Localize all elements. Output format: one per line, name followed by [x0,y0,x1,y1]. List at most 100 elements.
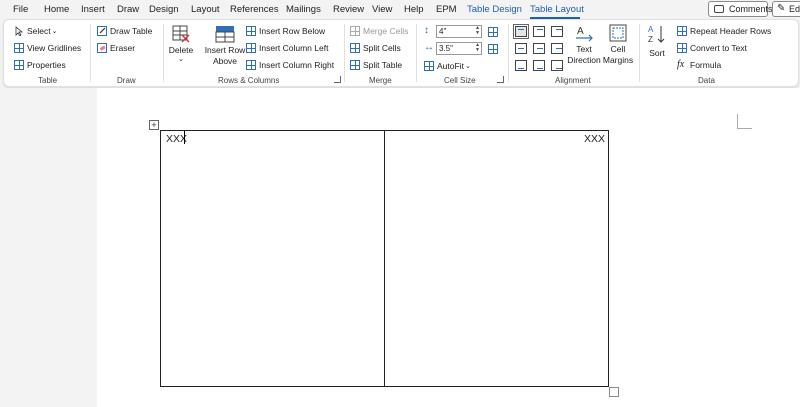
tab-mailings[interactable]: Mailings [286,4,321,15]
align-line [556,68,562,69]
table-resize-handle[interactable] [609,387,619,397]
align-line [518,48,524,49]
gridlines-icon [14,43,24,53]
group-separator [416,24,417,82]
insert-row-below-button[interactable]: Insert Row Below [246,26,325,36]
align-line [537,29,543,30]
group-label-table: Table [38,76,58,85]
svg-text:Z: Z [648,35,653,44]
group-label-rows-columns: Rows & Columns [218,76,280,85]
ribbon: Select ⌄ View Gridlines Properties Table… [3,19,799,87]
text-direction-icon: A [574,24,594,42]
draw-table-label: Draw Table [110,26,153,36]
autofit-button[interactable]: AutoFit ⌄ [424,61,471,71]
chevron-down-icon: ⌄ [464,63,471,70]
group-separator [344,24,345,82]
repeat-header-rows-button[interactable]: Repeat Header Rows [677,26,771,36]
split-cells-button[interactable]: Split Cells [350,43,401,53]
row-height-input[interactable]: 4" ▲ ▼ [436,25,482,38]
editing-label: Ed [789,4,800,14]
comments-button[interactable]: Comments [708,1,773,17]
align-line [556,29,562,30]
eraser-label: Eraser [110,43,136,53]
align-bottom-center-button[interactable] [533,60,545,71]
insert-row-above-button[interactable]: Insert Row Above [203,25,247,67]
menu-bar: File Home Insert Draw Design Layout Refe… [0,0,800,20]
spinner-arrows-icon[interactable]: ▲ ▼ [475,43,480,53]
svg-text:A: A [577,26,584,37]
tab-help[interactable]: Help [404,4,424,15]
insert-row-below-icon [246,26,256,36]
tab-table-layout[interactable]: Table Layout [530,4,584,15]
insert-column-left-icon [246,43,256,53]
column-divider[interactable] [384,131,385,386]
cell-margins-label-2: Margins [602,55,634,65]
tab-view[interactable]: View [372,4,392,15]
spinner-arrows-icon[interactable]: ▲ ▼ [475,26,480,36]
document-table[interactable]: XXX XXX [160,130,609,387]
tab-design[interactable]: Design [149,4,179,15]
insert-column-right-button[interactable]: Insert Column Right [246,60,334,70]
split-table-button[interactable]: Split Table [350,60,402,70]
align-bottom-left-button[interactable] [515,60,527,71]
chevron-down-icon: ⌄ [178,56,184,63]
select-button[interactable]: Select ⌄ [14,26,58,37]
eraser-button[interactable]: Eraser [97,43,135,53]
align-center-right-button[interactable] [551,43,563,54]
convert-to-text-button[interactable]: Convert to Text [677,43,747,53]
draw-table-button[interactable]: Draw Table [97,26,152,36]
table-cell-2-text[interactable]: XXX [584,133,605,145]
tab-epm[interactable]: EPM [436,4,457,15]
view-gridlines-button[interactable]: View Gridlines [14,43,81,53]
pencil-icon: ✎ [777,3,786,14]
merge-cells-button[interactable]: Merge Cells [350,26,408,36]
autofit-label: AutoFit [437,61,464,71]
group-label-draw: Draw [117,76,136,85]
distribute-columns-icon[interactable] [488,44,498,54]
distribute-rows-icon[interactable] [488,27,498,37]
tab-table-design[interactable]: Table Design [467,4,522,15]
group-separator [90,24,91,82]
split-table-icon [350,60,360,70]
delete-label: Delete [168,45,194,55]
editing-button[interactable]: ✎ Ed [772,1,800,17]
properties-button[interactable]: Properties [14,60,66,70]
cell-margins-icon [609,24,627,42]
text-direction-button[interactable]: A Text Direction [566,24,602,66]
group-label-merge: Merge [369,76,392,85]
view-gridlines-label: View Gridlines [27,43,82,53]
cell-margins-button[interactable]: Cell Margins [601,24,635,66]
tab-draw[interactable]: Draw [117,4,139,15]
tab-home[interactable]: Home [44,4,69,15]
column-width-input[interactable]: 3.5" ▲ ▼ [436,42,482,55]
delete-button[interactable]: Delete ⌄ [167,25,195,63]
align-top-left-button[interactable] [513,24,529,39]
align-top-center-button[interactable] [533,26,545,37]
dialog-launcher-icon[interactable] [334,76,341,83]
sort-icon: AZ [648,24,666,46]
align-line [518,68,524,69]
table-move-handle-icon[interactable]: + [149,120,159,130]
align-top-right-button[interactable] [551,26,563,37]
sort-button[interactable]: AZ Sort [644,24,670,59]
tab-review[interactable]: Review [333,4,364,15]
insert-column-right-icon [246,60,256,70]
align-center-button[interactable] [533,43,545,54]
tab-layout[interactable]: Layout [191,4,220,15]
tab-references[interactable]: References [230,4,279,15]
dialog-launcher-icon[interactable] [497,76,504,83]
tab-insert[interactable]: Insert [81,4,105,15]
insert-row-above-label-2: Above [212,56,238,66]
tab-file[interactable]: File [13,4,28,15]
insert-column-left-button[interactable]: Insert Column Left [246,43,328,53]
align-bottom-right-button[interactable] [551,60,563,71]
chevron-down-icon: ⌄ [51,28,58,35]
group-separator [508,24,509,82]
column-width-icon: ↔ [424,42,434,53]
align-center-left-button[interactable] [515,43,527,54]
group-separator [163,24,164,82]
formula-button[interactable]: fx Formula [677,60,721,71]
align-line [537,48,543,49]
convert-to-text-label: Convert to Text [690,43,748,53]
properties-label: Properties [27,60,66,70]
